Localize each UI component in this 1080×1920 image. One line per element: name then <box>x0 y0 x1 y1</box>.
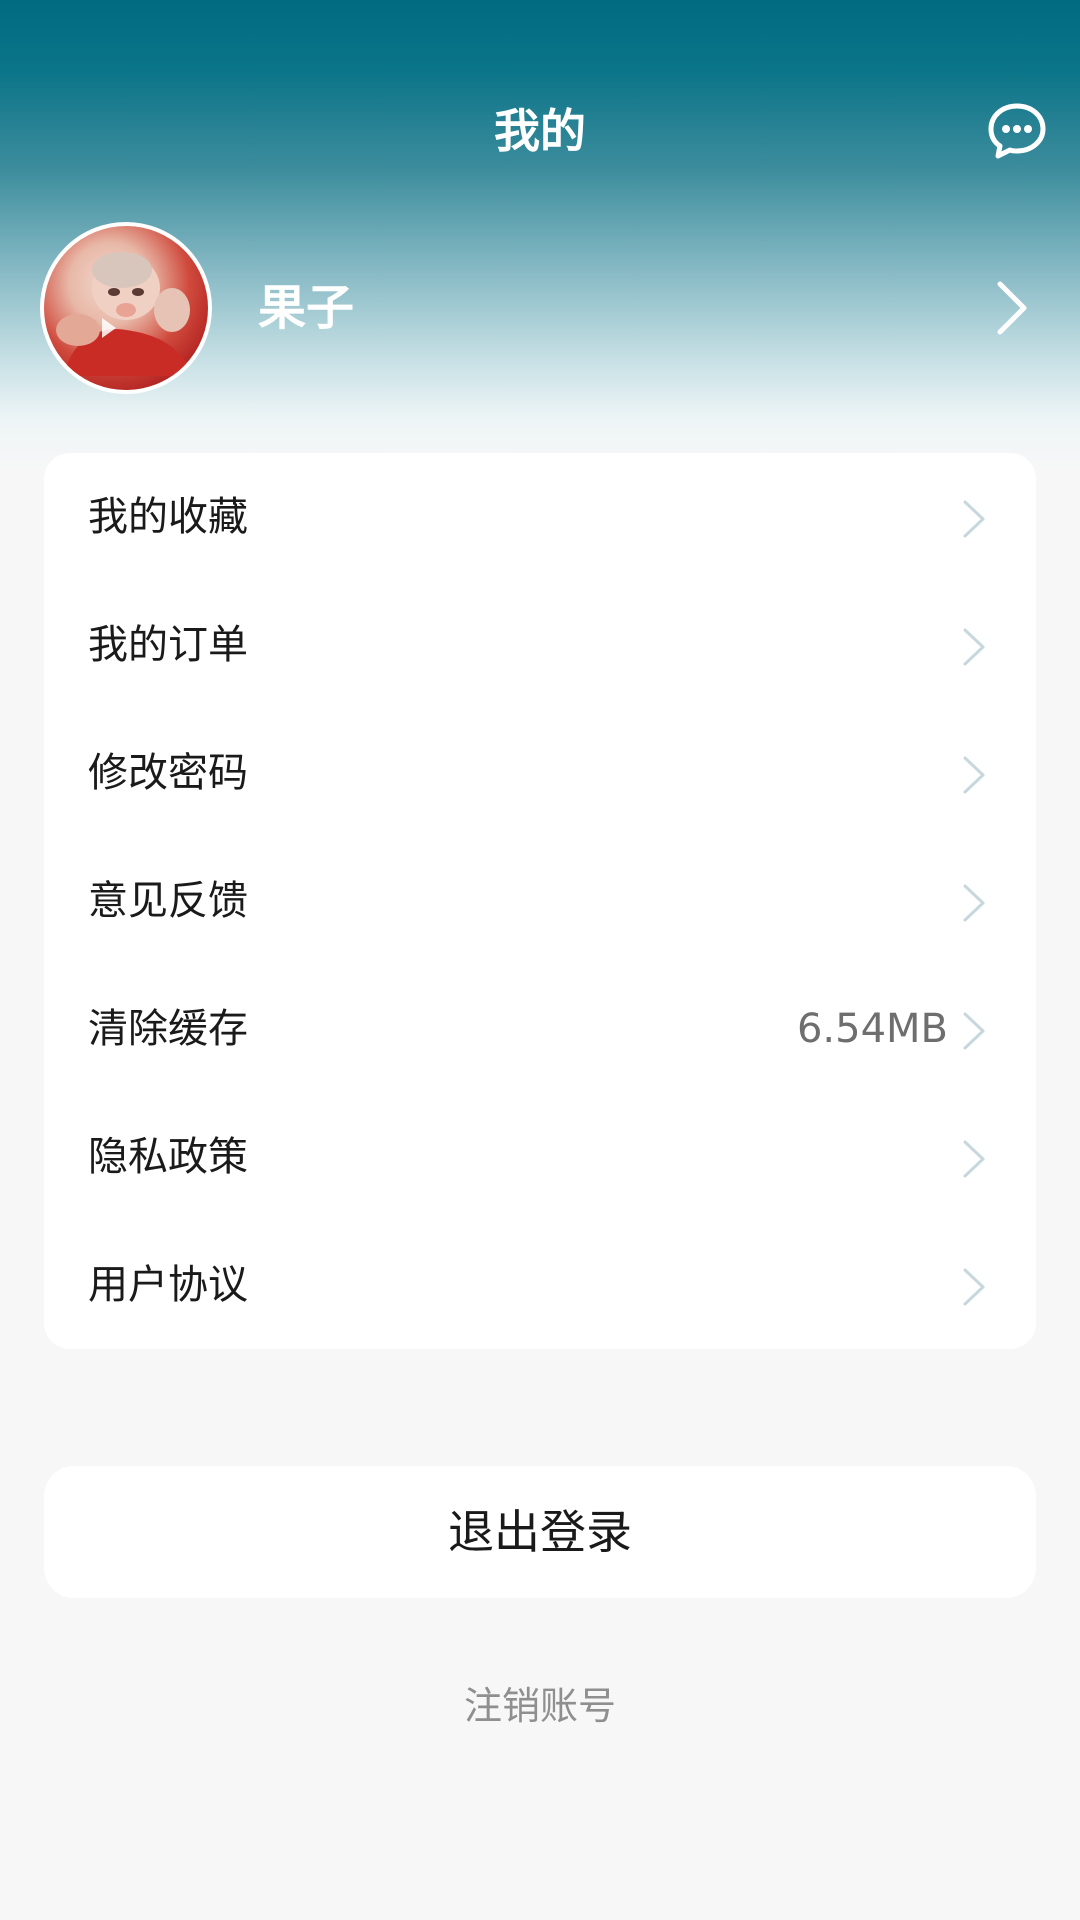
chevron-right-icon <box>963 884 985 922</box>
menu-item-label: 我的收藏 <box>88 494 248 540</box>
menu-item-privacy-policy[interactable]: 隐私政策 <box>44 1093 1036 1221</box>
profile-row[interactable]: 果子 <box>40 218 1040 398</box>
menu-item-change-password[interactable]: 修改密码 <box>44 709 1036 837</box>
menu-item-label: 修改密码 <box>88 750 248 796</box>
menu-item-feedback[interactable]: 意见反馈 <box>44 837 1036 965</box>
chevron-right-icon <box>963 628 985 666</box>
menu-item-label: 我的订单 <box>88 622 248 668</box>
avatar-image <box>56 252 194 376</box>
chevron-right-icon <box>963 1268 985 1306</box>
menu-item-label: 清除缓存 <box>88 1006 248 1052</box>
menu-item-user-agreement[interactable]: 用户协议 <box>44 1221 1036 1349</box>
logout-button[interactable]: 退出登录 <box>44 1466 1036 1598</box>
menu-item-orders[interactable]: 我的订单 <box>44 581 1036 709</box>
menu-item-label: 隐私政策 <box>88 1134 248 1180</box>
chevron-right-icon <box>963 1012 985 1050</box>
menu-item-label: 意见反馈 <box>88 878 248 924</box>
chevron-right-icon <box>997 281 1027 335</box>
chat-bubble-icon <box>988 103 1046 159</box>
message-button[interactable] <box>984 98 1050 164</box>
chevron-right-icon <box>963 1140 985 1178</box>
cancel-account-link[interactable]: 注销账号 <box>0 1678 1080 1734</box>
page-title: 我的 <box>494 104 586 158</box>
username: 果子 <box>258 280 355 336</box>
avatar[interactable] <box>40 222 212 394</box>
chevron-right-icon <box>963 500 985 538</box>
cache-size-value: 6.54MB <box>796 1006 948 1052</box>
settings-menu-card: 我的收藏 我的订单 修改密码 意见反馈 清除缓存 6.54MB 隐私政策 用户协… <box>44 453 1036 1349</box>
menu-item-favorites[interactable]: 我的收藏 <box>44 453 1036 581</box>
chevron-right-icon <box>963 756 985 794</box>
menu-item-label: 用户协议 <box>88 1262 248 1308</box>
menu-item-clear-cache[interactable]: 清除缓存 6.54MB <box>44 965 1036 1093</box>
